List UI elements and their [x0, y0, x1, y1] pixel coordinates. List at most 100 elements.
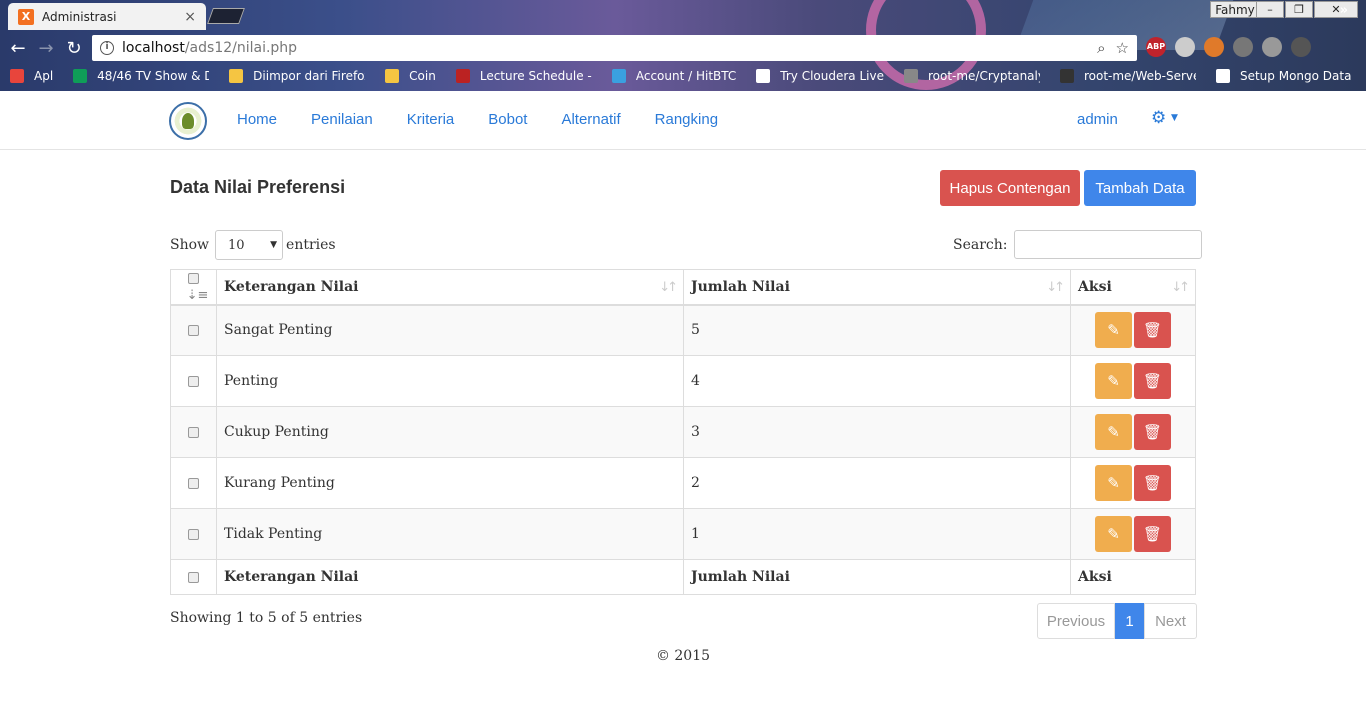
delete-trash-icon[interactable]: 🗑: [1134, 363, 1171, 399]
delete-trash-icon[interactable]: 🗑: [1134, 516, 1171, 552]
row-checkbox-cell: [170, 406, 217, 458]
address-bar[interactable]: i localhost/ads12/nilai.php ⌕ ☆: [92, 35, 1137, 61]
close-window-icon[interactable]: ✕: [1314, 1, 1358, 18]
entries-length: Show 10 ▼ entries: [170, 230, 336, 260]
extension-icon[interactable]: [1204, 37, 1224, 57]
bookmark-item[interactable]: Lecture Schedule - C: [455, 69, 592, 83]
minimize-icon[interactable]: –: [1256, 1, 1284, 18]
extension-icon[interactable]: [1291, 37, 1311, 57]
column-header-keterangan[interactable]: Keterangan Nilai ↓↑: [216, 269, 684, 306]
select-all-checkbox[interactable]: [188, 273, 199, 285]
back-icon[interactable]: ←: [4, 38, 32, 59]
app-navbar: Home Penilaian Kriteria Bobot Alternatif Rang…: [0, 91, 1366, 150]
nav-item-alternatif[interactable]: Alternatif: [561, 111, 620, 128]
close-tab-icon[interactable]: ×: [184, 9, 196, 25]
row-checkbox[interactable]: [188, 324, 199, 336]
pagination: Previous 1 Next: [1037, 603, 1197, 639]
nav-item-penilaian[interactable]: Penilaian: [311, 111, 373, 128]
row-checkbox[interactable]: [188, 426, 199, 438]
table-row: Tidak Penting 1 ✎ 🗑: [170, 508, 1196, 560]
admin-link[interactable]: admin: [1077, 111, 1118, 128]
extension-icon[interactable]: [1233, 37, 1253, 57]
restore-icon[interactable]: ❐: [1285, 1, 1313, 18]
select-all-checkbox[interactable]: [188, 571, 199, 583]
gear-icon[interactable]: ⚙: [1151, 108, 1166, 128]
profile-badge[interactable]: Fahmy: [1210, 1, 1260, 18]
edit-pencil-icon[interactable]: ✎: [1095, 465, 1132, 501]
clear-checked-button[interactable]: Hapus Contengan: [940, 170, 1080, 206]
table-row: Cukup Penting 3 ✎ 🗑: [170, 406, 1196, 458]
adblock-icon[interactable]: ABP: [1146, 37, 1166, 57]
caret-down-icon: ▼: [270, 240, 278, 250]
main-menu: Home Penilaian Kriteria Bobot Alternatif Rang…: [237, 111, 752, 128]
page-1-button[interactable]: 1: [1115, 603, 1144, 639]
row-checkbox[interactable]: [188, 375, 199, 387]
next-page-button[interactable]: Next: [1144, 603, 1197, 639]
nav-item-kriteria[interactable]: Kriteria: [407, 111, 455, 128]
jumlah-cell: 1: [683, 508, 1071, 560]
zoom-icon[interactable]: ⌕: [1097, 39, 1105, 57]
edit-pencil-icon[interactable]: ✎: [1095, 516, 1132, 552]
page-title: Data Nilai Preferensi: [170, 177, 346, 197]
footer-header-jumlah: Jumlah Nilai: [683, 559, 1071, 595]
bookmark-item[interactable]: root-me/Web-Server: [1059, 69, 1196, 83]
nav-item-rangking[interactable]: Rangking: [655, 111, 718, 128]
folder-icon: [385, 69, 400, 83]
edit-pencil-icon[interactable]: ✎: [1095, 363, 1132, 399]
entries-select[interactable]: 10 ▼: [215, 230, 284, 260]
apps-grid-icon: [10, 69, 24, 83]
edit-pencil-icon[interactable]: ✎: [1095, 414, 1132, 450]
new-tab-button[interactable]: [207, 8, 245, 24]
copyright: © 2015: [655, 648, 711, 664]
nav-item-home[interactable]: Home: [237, 111, 277, 128]
bookmark-item[interactable]: 48/46 TV Show & Do: [73, 69, 209, 83]
column-header-jumlah[interactable]: Jumlah Nilai ↓↑: [683, 269, 1071, 306]
browser-chrome: X Administrasi × Fahmy – ❐ ✕ ← → ↻ i loc…: [0, 0, 1366, 91]
column-header-aksi[interactable]: Aksi ↓↑: [1070, 269, 1196, 306]
extension-icon[interactable]: [1175, 37, 1195, 57]
delete-trash-icon[interactable]: 🗑: [1134, 414, 1171, 450]
info-icon[interactable]: i: [100, 41, 114, 55]
previous-page-button[interactable]: Previous: [1037, 603, 1115, 639]
bird-icon: [903, 69, 918, 83]
bookmark-item[interactable]: Diimpor dari Firefox: [229, 69, 365, 83]
forward-icon[interactable]: →: [32, 38, 60, 59]
edit-pencil-icon[interactable]: ✎: [1095, 312, 1132, 349]
more-bookmarks-icon[interactable]: »: [1340, 3, 1348, 18]
row-checkbox-cell: [170, 457, 217, 509]
bookmark-label: Lecture Schedule - C: [479, 69, 592, 83]
nav-item-bobot[interactable]: Bobot: [488, 111, 527, 128]
row-checkbox-cell: [170, 508, 217, 560]
university-logo[interactable]: [169, 102, 207, 140]
caret-down-icon[interactable]: ▼: [1171, 113, 1178, 123]
extension-icon[interactable]: [1262, 37, 1282, 57]
folder-icon: [229, 69, 244, 83]
bookmark-item[interactable]: Account / HitBTC: [611, 69, 736, 83]
search-input[interactable]: [1013, 230, 1202, 259]
reload-icon[interactable]: ↻: [60, 38, 88, 59]
select-all-header[interactable]: ⇣≡: [170, 269, 217, 306]
github-icon: [1059, 69, 1074, 83]
url-text: localhost/ads12/nilai.php: [122, 40, 298, 56]
bookmark-label: 48/46 TV Show & Do: [97, 69, 210, 83]
bookmark-label: root-me/Cryptanaly: [927, 69, 1040, 83]
bookmark-item[interactable]: Apl: [10, 69, 53, 83]
keterangan-cell: Cukup Penting: [216, 406, 684, 458]
table-row: Penting 4 ✎ 🗑: [170, 355, 1196, 407]
keterangan-cell: Tidak Penting: [216, 508, 684, 560]
add-data-button[interactable]: Tambah Data: [1084, 170, 1196, 206]
bookmark-item[interactable]: Setup Mongo Datab: [1215, 69, 1352, 83]
row-checkbox[interactable]: [188, 477, 199, 489]
sort-icon: ↓↑: [1171, 280, 1190, 295]
row-checkbox[interactable]: [188, 528, 199, 540]
actions-cell: ✎ 🗑: [1070, 304, 1196, 356]
bookmark-item[interactable]: Coin: [385, 69, 436, 83]
bookmark-item[interactable]: Try Cloudera Live: [756, 69, 884, 83]
keterangan-cell: Penting: [216, 355, 684, 407]
delete-trash-icon[interactable]: 🗑: [1134, 312, 1171, 349]
footer-header-aksi: Aksi: [1070, 559, 1196, 595]
star-icon[interactable]: ☆: [1116, 39, 1129, 57]
browser-tab[interactable]: X Administrasi ×: [8, 3, 206, 30]
delete-trash-icon[interactable]: 🗑: [1134, 465, 1171, 501]
bookmark-item[interactable]: root-me/Cryptanaly: [903, 69, 1040, 83]
